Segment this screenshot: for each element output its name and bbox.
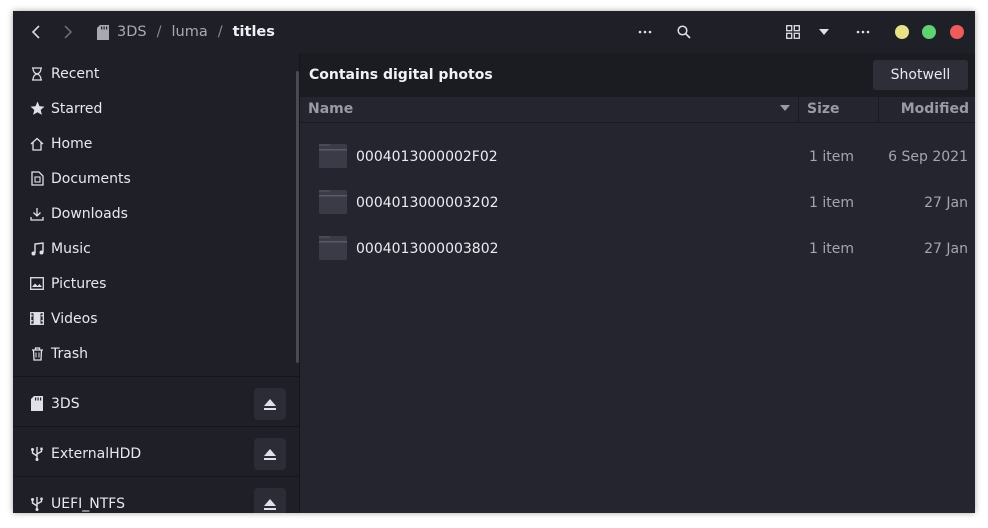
sidebar-item-label: UEFI_NTFS [51,495,125,512]
view-options-button[interactable] [815,19,833,45]
sidebar-item-label: Starred [51,100,103,117]
eject-icon [264,448,276,460]
sidebar-item-label: 3DS [51,395,80,412]
search-icon [677,25,691,39]
trash-icon [26,346,48,361]
file-row[interactable]: 0004013000003202 1 item 27 Jan [300,180,975,226]
minimize-button[interactable] [895,25,909,39]
file-name: 0004013000003802 [356,241,499,257]
eject-button-externalhdd[interactable] [254,438,286,470]
more-horizontal-icon [856,30,870,34]
maximize-button[interactable] [922,25,936,39]
column-name[interactable]: Name [308,101,353,117]
film-icon [26,312,48,325]
caret-down-icon [819,29,829,35]
breadcrumb-titles[interactable]: titles [233,24,275,40]
breadcrumb: 3DS / luma / titles [97,11,275,53]
grid-icon [786,25,800,39]
sidebar-item-label: Pictures [51,275,107,292]
sidebar-item-videos[interactable]: Videos [13,301,299,336]
sidebar-divider [13,476,299,477]
sidebar-item-home[interactable]: Home [13,126,299,161]
file-view: Contains digital photos Shotwell Name Si… [300,53,975,513]
sd-card-icon [97,24,109,40]
clock-icon [26,66,48,81]
file-modified: 6 Sep 2021 [888,149,968,165]
file-row[interactable]: 0004013000002F02 1 item 6 Sep 2021 [300,134,975,180]
column-separator[interactable] [798,97,799,122]
grid-view-button[interactable] [783,19,803,45]
more-horizontal-icon [638,30,652,34]
star-icon [26,101,48,116]
sidebar-item-downloads[interactable]: Downloads [13,196,299,231]
sidebar-item-label: ExternalHDD [51,445,142,462]
column-header: Name Size Modified [300,97,975,123]
path-menu-button[interactable] [633,19,657,45]
close-button[interactable] [950,25,964,39]
info-bar-message: Contains digital photos [309,67,493,83]
sidebar-item-label: Videos [51,310,98,327]
eject-button-3ds[interactable] [254,388,286,420]
usb-icon [26,446,48,461]
sort-descending-icon[interactable] [780,105,790,111]
file-modified: 27 Jan [924,195,968,211]
sidebar-item-music[interactable]: Music [13,231,299,266]
column-modified[interactable]: Modified [901,101,969,117]
sidebar-item-pictures[interactable]: Pictures [13,266,299,301]
breadcrumb-separator: / [217,24,223,40]
sidebar-item-label: Downloads [51,205,128,222]
search-button[interactable] [673,19,695,45]
file-name: 0004013000002F02 [356,149,498,165]
sidebar-item-label: Documents [51,170,131,187]
main-menu-button[interactable] [851,19,875,45]
sidebar-item-label: Trash [51,345,88,362]
sd-card-icon [26,396,48,411]
sidebar-divider [13,426,299,427]
breadcrumb-3ds[interactable]: 3DS [117,24,147,40]
file-manager-window: 3DS / luma / titles Recent Starred Home … [13,11,975,513]
music-note-icon [26,241,48,256]
breadcrumb-luma[interactable]: luma [172,24,208,40]
info-bar: Contains digital photos Shotwell [300,53,975,97]
chevron-left-icon [31,25,40,39]
sidebar-item-recent[interactable]: Recent [13,56,299,91]
header-bar: 3DS / luma / titles [13,11,975,53]
folder-icon [319,144,347,168]
home-icon [26,137,48,151]
sidebar-item-trash[interactable]: Trash [13,336,299,371]
sidebar-item-label: Home [51,135,93,152]
breadcrumb-separator: / [156,24,162,40]
eject-button-uefi-ntfs[interactable] [254,488,286,513]
picture-icon [26,277,48,290]
file-modified: 27 Jan [924,241,968,257]
back-button[interactable] [27,19,45,45]
chevron-right-icon [64,25,73,39]
document-icon [26,171,48,186]
sidebar-item-starred[interactable]: Starred [13,91,299,126]
download-icon [26,207,48,221]
eject-icon [264,398,276,410]
open-shotwell-button[interactable]: Shotwell [873,60,968,90]
sidebar: Recent Starred Home Documents Downloads … [13,53,299,513]
usb-icon [26,496,48,511]
sidebar-item-label: Recent [51,65,100,82]
sidebar-item-label: Music [51,240,91,257]
file-row[interactable]: 0004013000003802 1 item 27 Jan [300,226,975,272]
file-size: 1 item [809,241,854,257]
column-separator[interactable] [878,97,879,122]
eject-icon [264,498,276,510]
folder-icon [319,190,347,214]
file-size: 1 item [809,149,854,165]
sidebar-divider [13,376,299,377]
file-size: 1 item [809,195,854,211]
file-name: 0004013000003202 [356,195,499,211]
sidebar-item-documents[interactable]: Documents [13,161,299,196]
column-size[interactable]: Size [807,101,840,117]
forward-button[interactable] [59,19,77,45]
folder-icon [319,236,347,260]
